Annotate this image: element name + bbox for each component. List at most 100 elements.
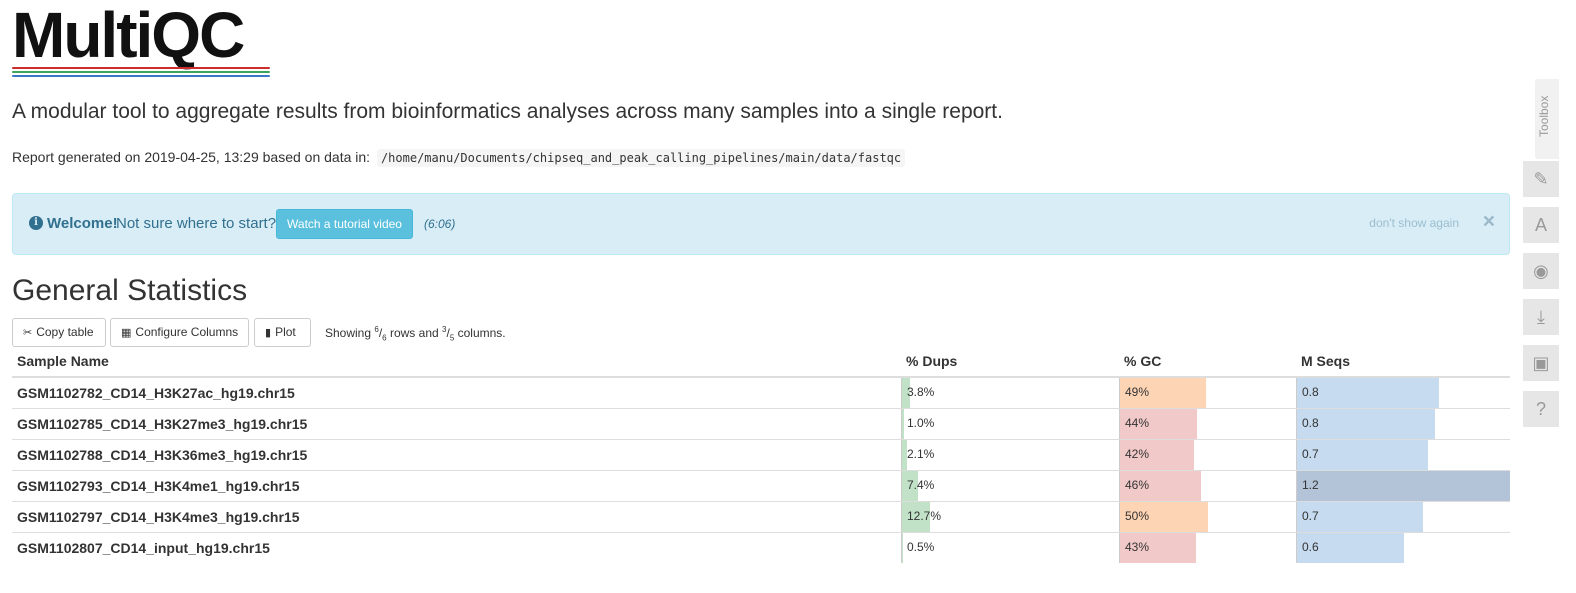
dups-bar (902, 408, 905, 439)
gc-value: 43% (1125, 539, 1150, 554)
mseqs-value: 0.6 (1302, 539, 1319, 554)
section-title: General Statistics (12, 274, 248, 307)
sample-name-cell: GSM1102785_CD14_H3K27me3_hg19.chr15 (12, 407, 901, 439)
toolbox-tab[interactable]: Toolbox (1535, 79, 1559, 159)
tutorial-video-button[interactable]: Watch a tutorial video (276, 209, 413, 239)
dups-bar (902, 532, 904, 563)
dups-value: 3.8% (907, 385, 935, 399)
gc-value: 46% (1125, 477, 1150, 492)
toolbox-label: Toolbox (1537, 95, 1551, 137)
table-row: GSM1102807_CD14_input_hg19.chr15 0.5% 43% 0… (12, 531, 1510, 563)
mseqs-value: 0.8 (1302, 385, 1319, 399)
logo-line-green (12, 71, 270, 73)
gc-cell: 42% (1119, 438, 1296, 470)
mseqs-cell: 0.6 (1296, 531, 1510, 563)
dups-value: 7.4% (907, 477, 935, 492)
font-icon[interactable]: A (1523, 207, 1559, 243)
info-icon: i (29, 216, 43, 230)
dups-bar-track: 12.7% (901, 501, 1119, 532)
sample-name-cell: GSM1102797_CD14_H3K4me3_hg19.chr15 (12, 500, 901, 532)
dups-cell: 0.5% (901, 531, 1119, 563)
sample-name-cell: GSM1102782_CD14_H3K27ac_hg19.chr15 (12, 376, 901, 408)
dups-bar-track: 7.4% (901, 470, 1119, 501)
pin-icon[interactable]: ✎ (1523, 161, 1559, 197)
gc-value: 44% (1125, 415, 1150, 430)
logo-text: MultiQC (12, 0, 245, 71)
gc-bar-track: 42% (1119, 439, 1296, 470)
rows-shown: 6 (374, 325, 379, 334)
cols-total: 5 (449, 333, 455, 343)
plot-button[interactable]: ▮ Plot (254, 318, 311, 347)
mseqs-bar (1297, 470, 1510, 501)
dups-bar (902, 439, 907, 470)
gc-value: 42% (1125, 446, 1150, 461)
header-dups[interactable]: % Dups (901, 346, 1119, 378)
copy-table-button[interactable]: ✂ Copy table (12, 318, 106, 347)
dups-cell: 2.1% (901, 438, 1119, 470)
gc-bar-track: 50% (1119, 501, 1296, 532)
gc-cell: 49% (1119, 376, 1296, 408)
grid-icon: ▦ (121, 327, 132, 339)
dups-cell: 3.8% (901, 376, 1119, 408)
gc-bar-track: 49% (1119, 378, 1296, 408)
report-info-text: Report generated on 2019-04-25, 13:29 ba… (12, 149, 371, 165)
configure-columns-label: Configure Columns (135, 325, 239, 339)
help-icon[interactable]: ? (1523, 391, 1559, 427)
logo-lines (12, 67, 270, 79)
gc-bar-track: 46% (1119, 470, 1296, 501)
gc-cell: 44% (1119, 407, 1296, 439)
general-stats-table: Sample Name % Dups % GC M Seqs GSM110278… (12, 346, 1510, 563)
mseqs-bar-track: 0.7 (1296, 439, 1510, 470)
save-icon[interactable]: ▣ (1523, 345, 1559, 381)
mseqs-bar-track: 0.8 (1296, 408, 1510, 439)
table-row: GSM1102788_CD14_H3K36me3_hg19.chr15 2.1% 4… (12, 438, 1510, 470)
gc-value: 50% (1125, 508, 1150, 523)
showing-count: Showing 6/6 rows and 3/5 columns. (325, 325, 506, 343)
header-gc[interactable]: % GC (1119, 346, 1296, 378)
cols-word: columns. (457, 326, 506, 340)
dups-cell: 12.7% (901, 500, 1119, 532)
table-row: GSM1102797_CD14_H3K4me3_hg19.chr15 12.7% 5… (12, 500, 1510, 532)
mseqs-bar-track: 0.7 (1296, 501, 1510, 532)
download-icon[interactable]: ⤓ (1523, 299, 1559, 335)
copy-icon: ✂ (23, 327, 33, 339)
header-mseqs[interactable]: M Seqs (1296, 346, 1510, 378)
welcome-alert: i Welcome! Not sure where to start? Watc… (12, 193, 1510, 255)
gc-cell: 50% (1119, 500, 1296, 532)
hide-icon[interactable]: ◉ (1523, 253, 1559, 289)
gc-cell: 46% (1119, 469, 1296, 501)
video-duration: (6:06) (424, 217, 456, 231)
header-sample-name[interactable]: Sample Name (12, 346, 901, 378)
dups-cell: 7.4% (901, 469, 1119, 501)
rows-total: 6 (382, 333, 387, 343)
dups-bar-track: 3.8% (901, 378, 1119, 408)
logo-line-blue (12, 75, 270, 77)
cols-shown: 3 (442, 325, 447, 334)
mseqs-cell: 0.8 (1296, 376, 1510, 408)
table-row: GSM1102782_CD14_H3K27ac_hg19.chr15 3.8% 49… (12, 376, 1510, 408)
copy-table-label: Copy table (36, 325, 94, 339)
mseqs-cell: 0.8 (1296, 407, 1510, 439)
close-icon[interactable]: × (1483, 210, 1495, 234)
mseqs-bar-track: 1.2 (1296, 470, 1510, 501)
report-info: Report generated on 2019-04-25, 13:29 ba… (12, 149, 906, 167)
sample-name-cell: GSM1102788_CD14_H3K36me3_hg19.chr15 (12, 438, 901, 470)
dups-value: 0.5% (907, 539, 935, 554)
dups-value: 12.7% (907, 508, 942, 523)
rows-word: rows and (389, 326, 439, 340)
tagline: A modular tool to aggregate results from… (12, 100, 1003, 123)
dont-show-again-link[interactable]: don't show again (1369, 216, 1459, 230)
mseqs-cell: 0.7 (1296, 438, 1510, 470)
gc-bar-track: 44% (1119, 408, 1296, 439)
gc-cell: 43% (1119, 531, 1296, 563)
welcome-title: Welcome! (47, 215, 118, 232)
mseqs-value: 1.2 (1302, 477, 1319, 492)
mseqs-value: 0.8 (1302, 415, 1319, 430)
mseqs-value: 0.7 (1302, 446, 1319, 461)
mseqs-cell: 1.2 (1296, 469, 1510, 501)
configure-columns-button[interactable]: ▦ Configure Columns (110, 318, 249, 347)
gc-value: 49% (1125, 385, 1150, 399)
multiqc-logo[interactable]: MultiQC (12, 0, 274, 80)
table-header-row: Sample Name % Dups % GC M Seqs (12, 346, 1510, 378)
dups-cell: 1.0% (901, 407, 1119, 439)
